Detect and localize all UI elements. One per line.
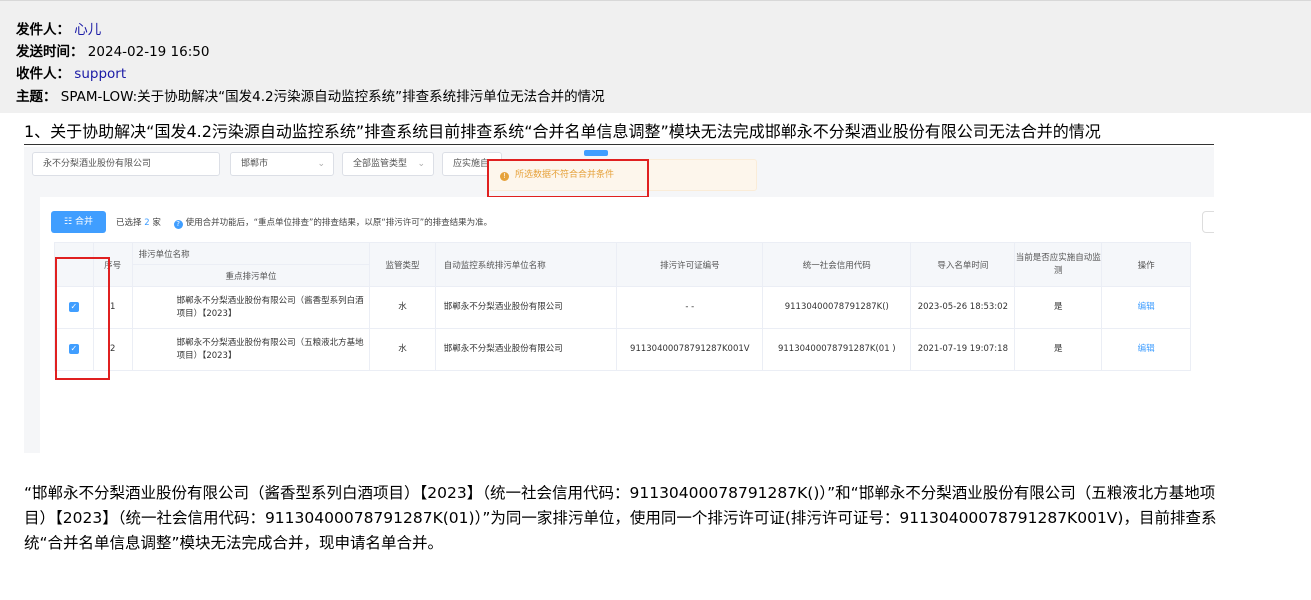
row-permit-no: 91130400078791287K001V <box>616 328 764 371</box>
sender-link[interactable]: 心儿 <box>74 22 101 38</box>
row-monitor-name: 邯郸永不分梨酒业股份有限公司 <box>434 286 618 329</box>
merge-button-label: 合并 <box>74 217 93 227</box>
row-should-monitor: 是 <box>1014 328 1103 371</box>
column-settings-icon <box>1202 211 1214 233</box>
sender-label: 发件人： <box>16 22 70 38</box>
sent-time-row: 发送时间： 2024-02-19 16:50 <box>16 43 209 61</box>
toast-highlight-box <box>487 159 649 198</box>
row-credit-code: 91130400078791287K() <box>762 286 912 329</box>
col-monitor-name: 自动监控系统排污单位名称 <box>434 242 618 287</box>
selected-count: 2 <box>144 218 150 228</box>
row-edit-link: 编辑 <box>1101 286 1191 329</box>
selected-suffix: 家 <box>152 218 161 228</box>
checkbox-highlight-box <box>55 257 110 380</box>
status-filter-value: 应实施自 <box>453 159 490 169</box>
recipient-row: 收件人： support <box>16 65 126 83</box>
subject-row: 主题： SPAM-LOW:关于协助解决“国发4.2污染源自动监控系统”排查系统排… <box>16 88 605 106</box>
merge-button: ☷ 合并 <box>51 211 106 233</box>
sent-time-value: 2024-02-19 16:50 <box>87 44 210 60</box>
company-filter: 永不分梨酒业股份有限公司 <box>32 152 220 176</box>
row-key-unit: 邯郸永不分梨酒业股份有限公司（酱香型系列白酒项目）【2023】 <box>131 286 371 329</box>
row-credit-code: 91130400078791287K(01 ) <box>762 328 912 371</box>
city-filter: 邯郸市 ⌄ <box>230 152 334 176</box>
col-action: 操作 <box>1101 242 1191 287</box>
row-edit-link: 编辑 <box>1101 328 1191 371</box>
result-panel: ☷ 合并 已选择 2 家 ? 使用合并功能后，“重点单位排查”的排查结果，以原“排… <box>40 197 1214 453</box>
table-row: ✓ 1 邯郸永不分梨酒业股份有限公司（酱香型系列白酒项目）【2023】 水 邯郸… <box>54 286 1191 329</box>
body-paragraph: “邯郸永不分梨酒业股份有限公司（酱香型系列白酒项目）【2023】（统一社会信用代… <box>24 484 1217 552</box>
row-import-time: 2023-05-26 18:53:02 <box>910 286 1016 329</box>
search-button-fragment <box>584 150 608 156</box>
row-should-monitor: 是 <box>1014 286 1103 329</box>
row-monitor-name: 邯郸永不分梨酒业股份有限公司 <box>434 328 618 371</box>
col-import-time: 导入名单时间 <box>910 242 1016 287</box>
subject-label: 主题： <box>16 89 57 105</box>
chevron-down-icon: ⌄ <box>417 159 425 169</box>
col-supervision: 监管类型 <box>369 242 436 287</box>
merge-table: 序号 排污单位名称 监管类型 自动监控系统排污单位名称 排污许可证编号 统一社会… <box>54 242 1191 371</box>
type-filter: 全部监管类型 ⌄ <box>342 152 434 176</box>
row-import-time: 2021-07-19 19:07:18 <box>910 328 1016 371</box>
table-row: ✓ 2 邯郸永不分梨酒业股份有限公司（五粮液北方基地项目）【2023】 水 邯郸… <box>54 328 1191 371</box>
body-title: 1、关于协助解决“国发4.2污染源自动监控系统”排查系统目前排查系统“合并名单信… <box>24 121 1214 145</box>
recipient-label: 收件人： <box>16 66 70 82</box>
sent-time-label: 发送时间： <box>16 44 84 60</box>
col-credit-code: 统一社会信用代码 <box>762 242 912 287</box>
embedded-screenshot: 永不分梨酒业股份有限公司 邯郸市 ⌄ 全部监管类型 ⌄ 应实施自 ! 所选数据不符… <box>24 147 1214 453</box>
row-key-unit: 邯郸永不分梨酒业股份有限公司（五粮液北方基地项目）【2023】 <box>131 328 371 371</box>
col-key-unit: 重点排污单位 <box>131 264 371 287</box>
merge-hint: 使用合并功能后，“重点单位排查”的排查结果，以原“排污许可”的排查结果为准。 <box>185 218 493 228</box>
sender-row: 发件人： 心儿 <box>16 21 101 39</box>
recipient-link[interactable]: support <box>74 66 126 82</box>
selected-prefix: 已选择 <box>116 218 142 228</box>
col-unit-name: 排污单位名称 <box>131 242 371 265</box>
col-should-monitor: 当前是否应实施自动监测 <box>1014 242 1103 287</box>
chevron-down-icon: ⌄ <box>317 159 325 169</box>
city-filter-value: 邯郸市 <box>241 159 269 169</box>
row-supervision: 水 <box>369 328 436 371</box>
email-header: 发件人： 心儿 发送时间： 2024-02-19 16:50 收件人： supp… <box>0 0 1311 113</box>
company-filter-value: 永不分梨酒业股份有限公司 <box>43 159 152 169</box>
row-permit-no: - - <box>616 286 764 329</box>
subject-value: SPAM-LOW:关于协助解决“国发4.2污染源自动监控系统”排查系统排污单位无… <box>60 89 605 105</box>
type-filter-value: 全部监管类型 <box>353 159 408 169</box>
row-supervision: 水 <box>369 286 436 329</box>
col-permit-no: 排污许可证编号 <box>616 242 764 287</box>
selection-info: 已选择 2 家 ? 使用合并功能后，“重点单位排查”的排查结果，以原“排污许可”的… <box>116 216 492 229</box>
help-icon: ? <box>173 220 183 229</box>
